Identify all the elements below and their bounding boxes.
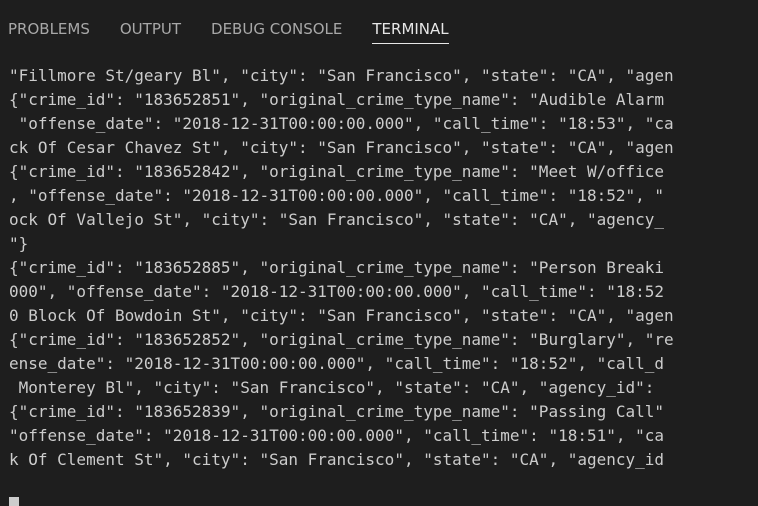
terminal-line: Monterey Bl", "city": "San Francisco", "… xyxy=(9,378,665,397)
tab-output[interactable]: OUTPUT xyxy=(120,0,181,58)
terminal-line: {"crime_id": "183652851", "original_crim… xyxy=(9,90,665,109)
terminal-output[interactable]: "Fillmore St/geary Bl", "city": "San Fra… xyxy=(0,64,758,506)
terminal-line: {"crime_id": "183652842", "original_crim… xyxy=(9,162,665,181)
terminal-line: "Fillmore St/geary Bl", "city": "San Fra… xyxy=(9,66,674,85)
terminal-line: {"crime_id": "183652852", "original_crim… xyxy=(9,330,674,349)
terminal-line: "} xyxy=(9,234,29,253)
tab-debug-console[interactable]: DEBUG CONSOLE xyxy=(211,0,342,58)
terminal-line: k Of Clement St", "city": "San Francisco… xyxy=(9,450,665,469)
tab-problems[interactable]: PROBLEMS xyxy=(8,0,90,58)
terminal-lines: "Fillmore St/geary Bl", "city": "San Fra… xyxy=(9,64,674,472)
terminal-line: 0 Block Of Bowdoin St", "city": "San Fra… xyxy=(9,306,674,325)
terminal-line: {"crime_id": "183652885", "original_crim… xyxy=(9,258,665,277)
terminal-cursor xyxy=(9,497,19,506)
terminal-line: 000", "offense_date": "2018-12-31T00:00:… xyxy=(9,282,665,301)
terminal-line: {"crime_id": "183652839", "original_crim… xyxy=(9,402,665,421)
panel-tab-bar: PROBLEMS OUTPUT DEBUG CONSOLE TERMINAL xyxy=(0,0,758,58)
terminal-line: ck Of Cesar Chavez St", "city": "San Fra… xyxy=(9,138,674,157)
terminal-line: ock Of Vallejo St", "city": "San Francis… xyxy=(9,210,665,229)
tab-terminal[interactable]: TERMINAL xyxy=(372,0,449,58)
terminal-line: "offense_date": "2018-12-31T00:00:00.000… xyxy=(9,426,665,445)
terminal-panel: PROBLEMS OUTPUT DEBUG CONSOLE TERMINAL "… xyxy=(0,0,758,506)
terminal-line: ense_date": "2018-12-31T00:00:00.000", "… xyxy=(9,354,665,373)
terminal-line: "offense_date": "2018-12-31T00:00:00.000… xyxy=(9,114,674,133)
terminal-line: , "offense_date": "2018-12-31T00:00:00.0… xyxy=(9,186,665,205)
